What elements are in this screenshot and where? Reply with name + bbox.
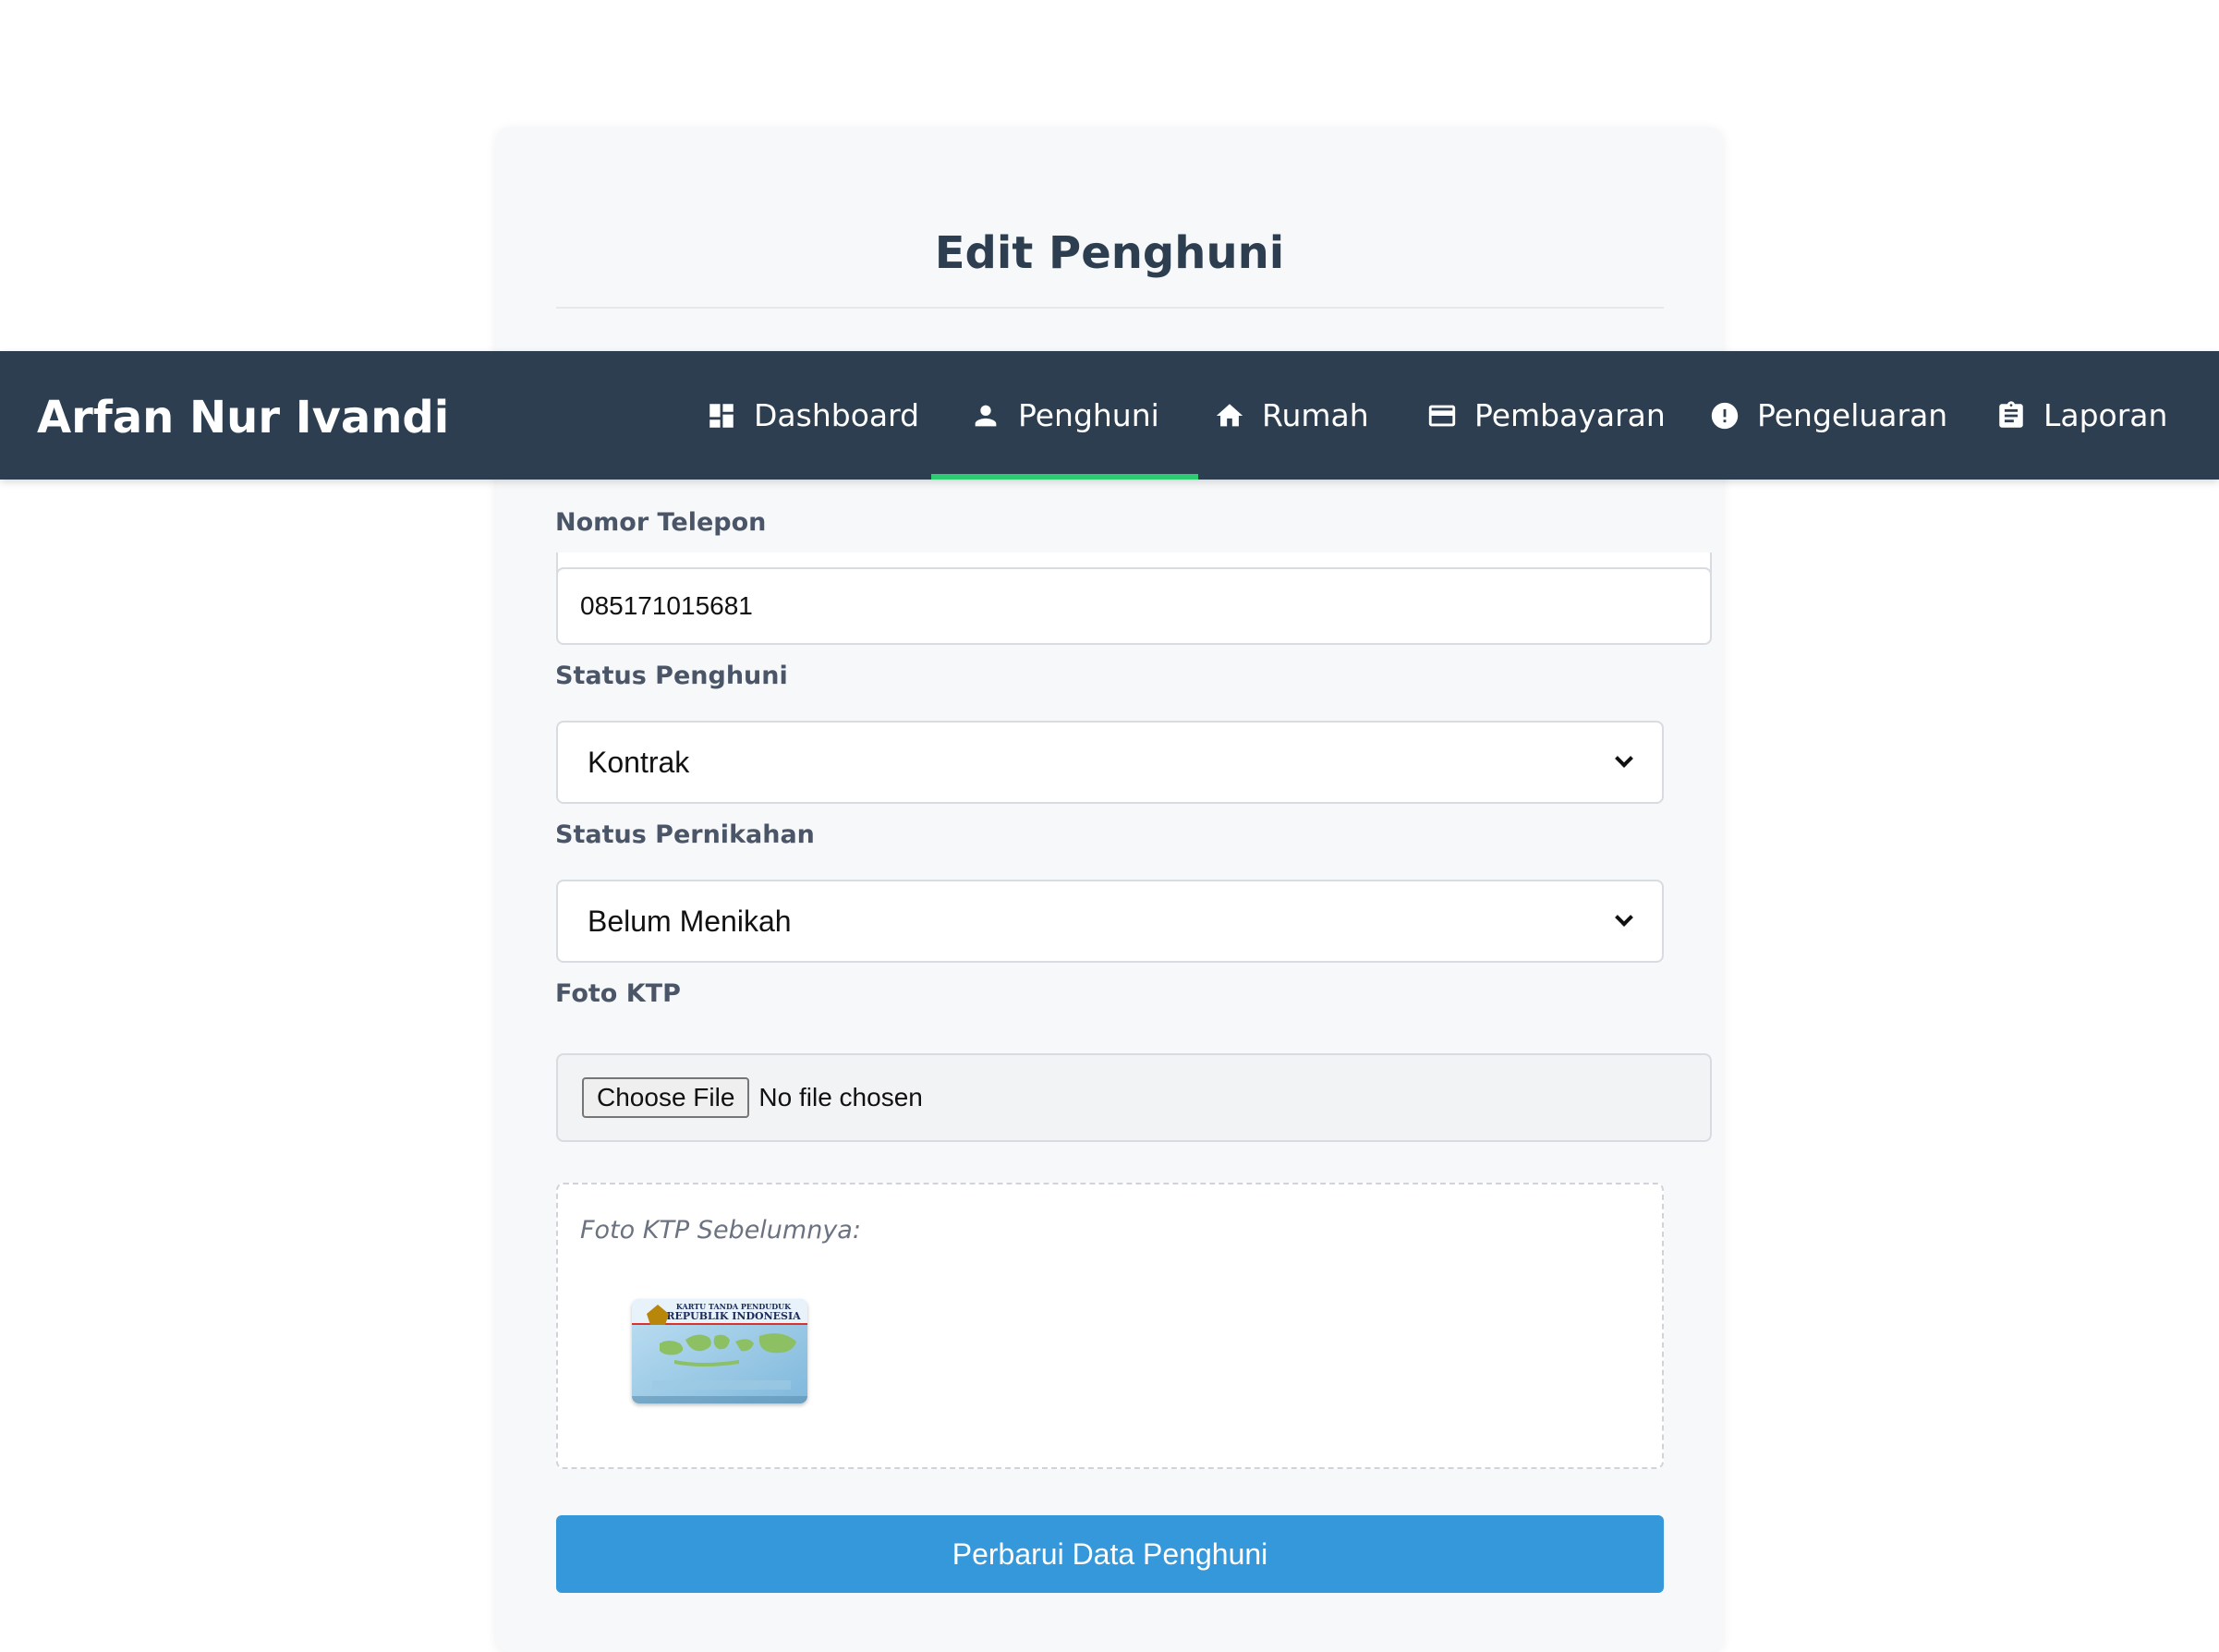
file-status-text: No file chosen (758, 1083, 923, 1111)
status-pernikahan-select[interactable]: Belum Menikah (556, 880, 1664, 963)
credit-card-icon (1428, 405, 1456, 426)
phone-input-value: 085171015681 (580, 591, 753, 620)
choose-file-button[interactable]: Choose File (582, 1077, 750, 1118)
foto-ktp-file-input[interactable]: Choose File No file chosen (556, 1053, 1712, 1142)
status-penghuni-label: Status Penghuni (555, 662, 788, 690)
person-icon (975, 405, 997, 426)
top-navbar: Arfan Nur Ivandi Dashboard Penghuni Ruma… (0, 351, 2219, 480)
status-pernikahan-value: Belum Menikah (588, 904, 792, 938)
previous-ktp-caption: Foto KTP Sebelumnya: (580, 1216, 861, 1245)
submit-update-button[interactable]: Perbarui Data Penghuni (556, 1515, 1664, 1593)
nav-label-dashboard: Dashboard (754, 397, 920, 433)
chevron-down-icon (1615, 908, 1633, 927)
status-pernikahan-label: Status Pernikahan (555, 820, 815, 849)
chevron-down-icon (1615, 749, 1633, 768)
page-title: Edit Penghuni (934, 227, 1285, 279)
nav-item-pengeluaran[interactable]: Pengeluaran (1670, 351, 1986, 480)
home-icon (1216, 403, 1243, 426)
nav-label-laporan: Laporan (2043, 397, 2168, 433)
nav-label-pembayaran: Pembayaran (1474, 397, 1666, 433)
nav-label-rumah: Rumah (1262, 397, 1369, 433)
status-penghuni-value: Kontrak (588, 745, 690, 779)
previous-ktp-preview: Foto KTP Sebelumnya: KARTU TANDA PENDUDU… (556, 1183, 1664, 1469)
status-penghuni-select[interactable]: Kontrak (556, 721, 1664, 804)
nav-item-rumah[interactable]: Rumah (1175, 351, 1408, 480)
phone-input[interactable]: 085171015681 (556, 567, 1712, 645)
phone-label: Nomor Telepon (555, 508, 767, 537)
dashboard-icon (709, 403, 734, 428)
ktp-thumbnail-image: KARTU TANDA PENDUDUK REPUBLIK INDONESIA (632, 1299, 807, 1403)
ktp-card-line2: REPUBLIK INDONESIA (666, 1310, 801, 1322)
foto-ktp-label: Foto KTP (555, 979, 681, 1008)
title-divider (556, 307, 1664, 309)
brand-name: Arfan Nur Ivandi (37, 392, 450, 443)
nav-item-dashboard[interactable]: Dashboard (667, 351, 958, 480)
nav-item-pembayaran[interactable]: Pembayaran (1388, 351, 1704, 480)
nav-item-laporan[interactable]: Laporan (1957, 351, 2206, 480)
clipboard-icon (1999, 400, 2023, 428)
alert-circle-icon (1711, 402, 1739, 429)
nav-label-penghuni: Penghuni (1018, 397, 1159, 433)
nav-label-pengeluaran: Pengeluaran (1757, 397, 1948, 433)
nav-item-penghuni[interactable]: Penghuni (931, 351, 1198, 480)
